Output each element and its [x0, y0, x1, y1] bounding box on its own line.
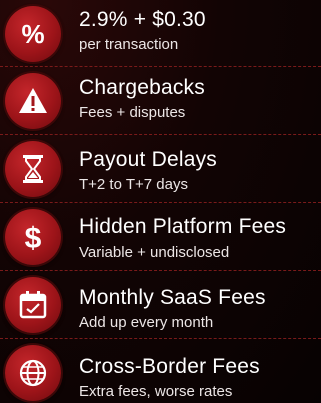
- fee-item-cross-border-fees: Cross-Border Fees Extra fees, worse rate…: [0, 339, 321, 403]
- fee-item-transaction: % 2.9% + $0.30 per transaction: [0, 0, 321, 68]
- fee-subtitle: Add up every month: [79, 314, 214, 331]
- fee-item-hidden-platform-fees: $ Hidden Platform Fees Variable + undisc…: [0, 203, 321, 271]
- globe-icon: [5, 345, 61, 401]
- fee-item-monthly-saas-fees: Monthly SaaS Fees Add up every month: [0, 271, 321, 339]
- fee-title: 2.9% + $0.30: [79, 8, 206, 31]
- fee-title: Chargebacks: [79, 76, 205, 99]
- warning-icon: [5, 73, 61, 129]
- fee-item-payout-delays: Payout Delays T+2 to T+7 days: [0, 135, 321, 203]
- hourglass-icon: [5, 141, 61, 197]
- svg-text:%: %: [21, 19, 44, 49]
- fee-subtitle: T+2 to T+7 days: [79, 176, 188, 193]
- fee-subtitle: Extra fees, worse rates: [79, 383, 233, 400]
- percent-icon: %: [5, 6, 61, 62]
- fee-title: Payout Delays: [79, 148, 218, 171]
- dollar-icon: $: [5, 209, 61, 265]
- fee-title: Cross-Border Fees: [79, 355, 260, 378]
- calendar-icon: [5, 277, 61, 333]
- fee-subtitle: Variable + undisclosed: [79, 244, 230, 261]
- svg-text:$: $: [25, 222, 42, 254]
- fee-subtitle: Fees + disputes: [79, 104, 186, 121]
- fee-item-chargebacks: Chargebacks Fees + disputes: [0, 67, 321, 135]
- fee-subtitle: per transaction: [79, 36, 179, 53]
- fee-title: Monthly SaaS Fees: [79, 286, 266, 309]
- fee-title: Hidden Platform Fees: [79, 215, 287, 238]
- fee-list: % 2.9% + $0.30 per transaction Chargebac…: [0, 0, 321, 403]
